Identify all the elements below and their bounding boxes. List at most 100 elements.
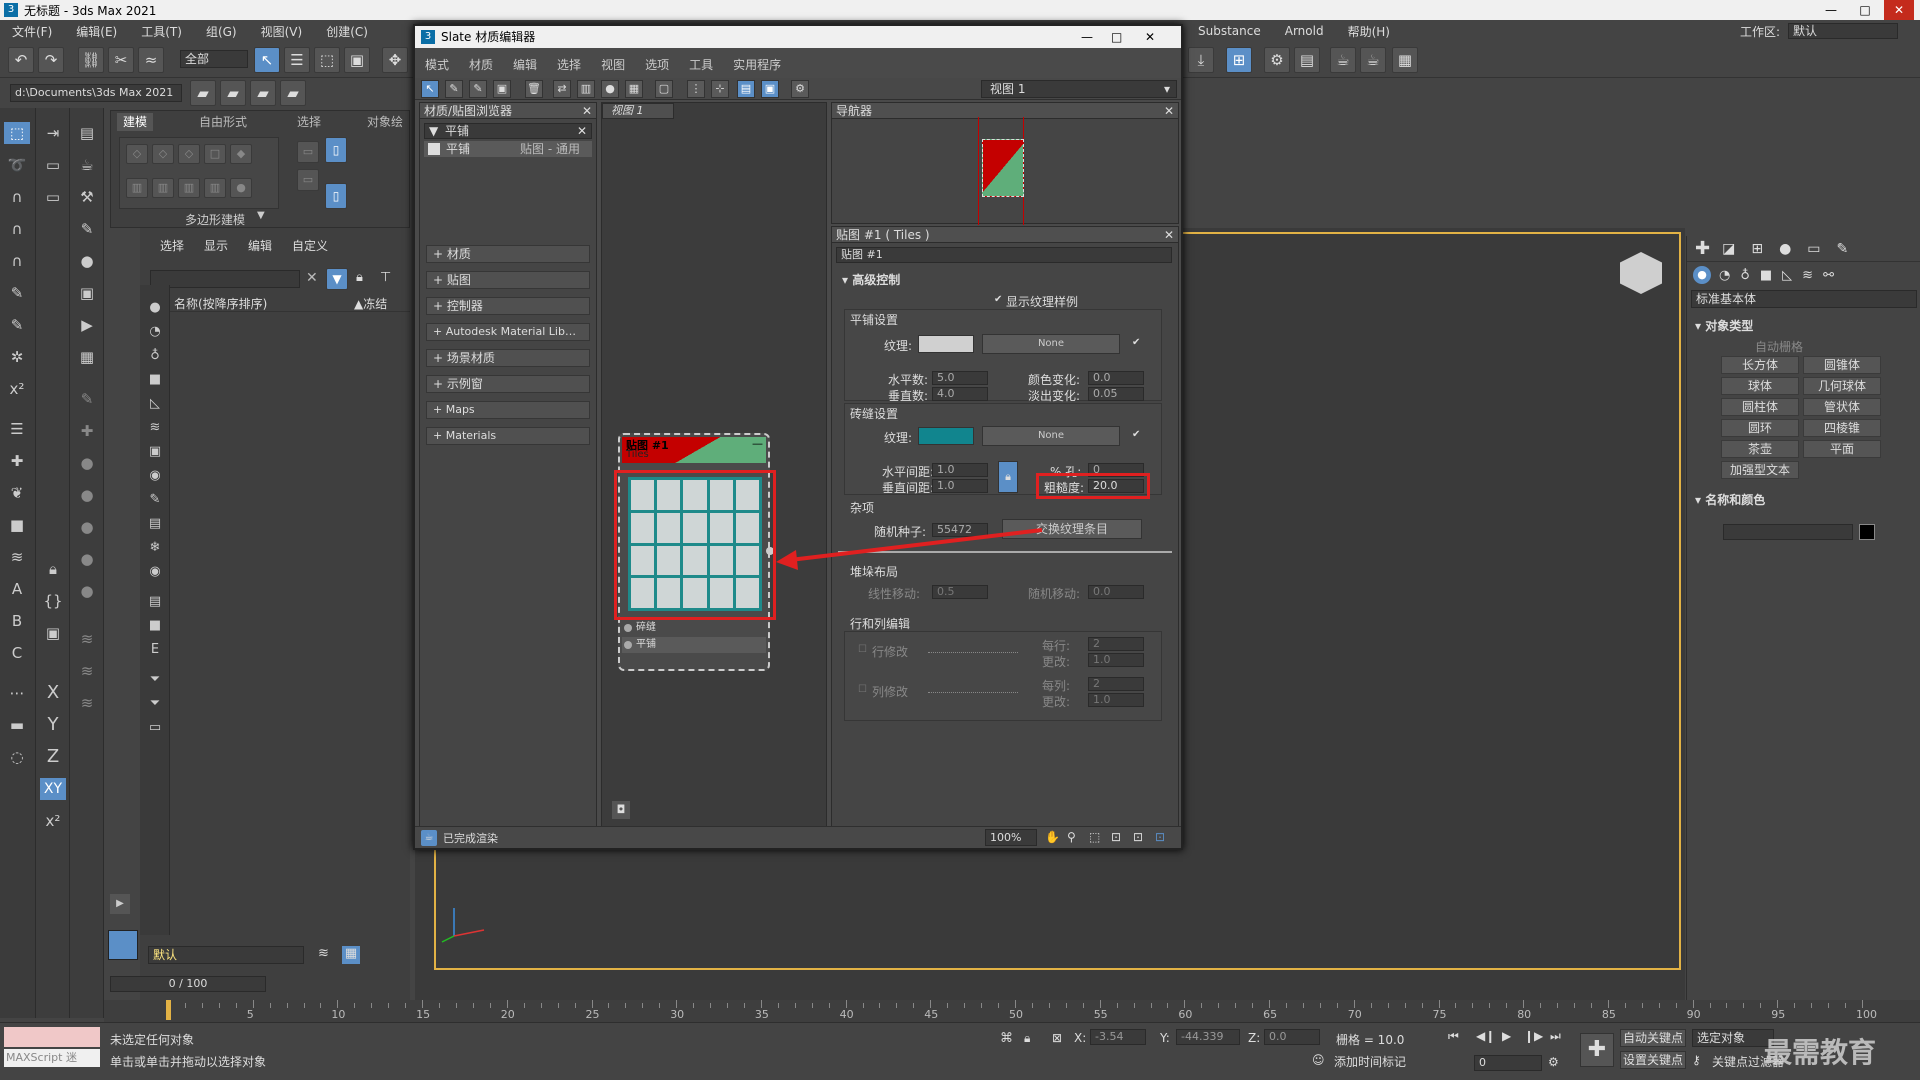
line-shift-spinner[interactable]: 0.5 [932, 585, 988, 599]
slate-options-icon[interactable]: ⚙ [791, 80, 809, 98]
filter-helpers-icon[interactable]: ◺ [142, 393, 168, 415]
browser-search-input[interactable]: ▼ 平铺 ✕ [424, 123, 592, 139]
spacewarps-icon[interactable]: ≋ [1802, 268, 1813, 283]
col-change-spinner[interactable]: 1.0 [1088, 693, 1144, 707]
goto-end-icon[interactable]: ⏭ [1550, 1029, 1561, 1044]
slate-pick-icon[interactable]: ✎ [445, 80, 463, 98]
category-autodesk-library[interactable]: + Autodesk Material Lib… [426, 323, 590, 341]
row-modify-checkbox[interactable]: ☐ [858, 645, 868, 655]
render-grid-icon[interactable]: ▦ [1392, 47, 1418, 73]
slate-menu-options[interactable]: 选项 [635, 56, 679, 73]
slate-put-icon[interactable]: ✎ [469, 80, 487, 98]
toolbar-align-icon[interactable]: ⤓ [1188, 47, 1214, 73]
gap-lock-icon[interactable]: 🔒︎ [998, 461, 1018, 493]
v-gap-spinner[interactable]: 1.0 [932, 479, 988, 493]
lock-icon[interactable]: 🔒︎ [40, 558, 66, 580]
spinner-snap-icon[interactable]: ✲ [4, 346, 30, 368]
cameras-icon[interactable]: ■ [1760, 268, 1772, 283]
object-color-swatch[interactable] [1859, 524, 1875, 540]
filter-cameras-icon[interactable]: ■ [142, 369, 168, 391]
display-tab-icon[interactable]: ▭ [1807, 241, 1820, 257]
slate-move-children-icon[interactable]: ⇄ [553, 80, 571, 98]
slate-minimize-icon[interactable]: — [1081, 26, 1093, 48]
hierarchy-icon[interactable]: ⊤ [380, 270, 391, 285]
vert-count-spinner[interactable]: 4.0 [932, 387, 988, 401]
x2-icon[interactable]: x² [4, 378, 30, 400]
slate-select-icon[interactable]: ↖ [421, 80, 439, 98]
column-frozen-header[interactable]: ▲冻结 [354, 295, 387, 312]
axis-window2-icon[interactable]: ▭ [40, 186, 66, 208]
category-controllers[interactable]: + 控制器 [426, 297, 590, 315]
slate-assign-icon[interactable]: ▣ [493, 80, 511, 98]
filter-funnel-icon[interactable]: ⏷ [142, 669, 168, 691]
teapot-button[interactable]: 茶壶 [1721, 440, 1799, 458]
schematic-view-icon[interactable]: ⊞ [1226, 47, 1252, 73]
ribbon-tool-9-icon[interactable]: ▥ [204, 178, 226, 198]
filter-square-icon[interactable]: ■ [142, 615, 168, 637]
ribbon-tool-10-icon[interactable]: ● [230, 178, 252, 198]
text-a-icon[interactable]: A [4, 578, 30, 600]
key-mode-dropdown[interactable]: 选定对象 [1692, 1029, 1774, 1047]
ribbon-tool-7-icon[interactable]: ▥ [152, 178, 174, 198]
ribbon-tab-modeling[interactable]: 建模 [117, 113, 154, 131]
ruler-icon[interactable]: ▬ [4, 714, 30, 736]
scene-menu-display[interactable]: 显示 [204, 237, 228, 254]
auto-key-button[interactable]: 自动关键点 [1620, 1029, 1686, 1047]
current-frame-marker[interactable] [166, 1000, 171, 1020]
tile-color-swatch[interactable] [918, 335, 974, 353]
snap-angle-icon[interactable]: ∩ [4, 218, 30, 240]
window-crossing-icon[interactable]: ▣ [344, 47, 370, 73]
pen-icon[interactable]: ✎ [4, 282, 30, 304]
primitive-type-dropdown[interactable]: 标准基本体 [1691, 290, 1917, 308]
rect-selection-icon[interactable]: ⬚ [314, 47, 340, 73]
axis-z-icon[interactable]: Z [40, 746, 66, 768]
sphere-icon[interactable]: ● [74, 250, 100, 272]
close-icon[interactable]: ✕ [1884, 0, 1914, 20]
axis-move-icon[interactable]: ⇥ [40, 122, 66, 144]
grout-color-swatch[interactable] [918, 427, 974, 445]
filter-groups-icon[interactable]: ▣ [142, 441, 168, 463]
snap-icon[interactable]: ∩ [4, 186, 30, 208]
ribbon-tool-5-icon[interactable]: ◆ [230, 144, 252, 164]
maximize-icon[interactable]: □ [1850, 0, 1880, 20]
tile-texture-enable-checkbox[interactable]: ✔ [1132, 338, 1142, 348]
plant-icon[interactable]: ❦ [4, 482, 30, 504]
per-row-spinner[interactable]: 2 [1088, 637, 1144, 651]
filter-list-icon[interactable]: ▤ [142, 591, 168, 613]
autogrid-checkbox[interactable]: 自动栅格 [1755, 338, 1803, 355]
menu-group[interactable]: 组(G) [194, 23, 249, 40]
cylinder-button[interactable]: 圆柱体 [1721, 398, 1799, 416]
next-frame-icon[interactable]: ❙▶ [1524, 1029, 1543, 1043]
unlink-icon[interactable]: ✂ [108, 47, 134, 73]
axis-x-icon[interactable]: X [40, 682, 66, 704]
link-icon[interactable]: ⛓ [78, 47, 104, 73]
fade-variance-spinner[interactable]: 0.05 [1088, 387, 1144, 401]
ribbon-tool-2-icon[interactable]: ◇ [152, 144, 174, 164]
category-materials[interactable]: + 材质 [426, 245, 590, 263]
time-tag-icon[interactable]: ☺ [1312, 1053, 1325, 1067]
slate-maximize-icon[interactable]: □ [1111, 26, 1122, 48]
menu-tools[interactable]: 工具(T) [129, 23, 194, 40]
random-shift-spinner[interactable]: 0.0 [1088, 585, 1144, 599]
zoom-all-icon[interactable]: ⊡ [1155, 830, 1165, 844]
menu-edit[interactable]: 编辑(E) [64, 23, 129, 40]
textplus-button[interactable]: 加强型文本 [1721, 461, 1799, 479]
slate-hide-icon[interactable]: ▥ [577, 80, 595, 98]
filter-icon[interactable]: ▼ [326, 268, 348, 290]
filter-geometry-icon[interactable]: ● [142, 297, 168, 319]
snap-percent-icon[interactable]: ∩ [4, 250, 30, 272]
teapot-icon[interactable]: ☕ [74, 154, 100, 176]
workspace-dropdown[interactable]: 默认 [1788, 23, 1899, 39]
hammer-icon[interactable]: ⚒ [74, 186, 100, 208]
zoom-icon[interactable]: ⚲ [1067, 830, 1076, 844]
motion-tab-icon[interactable]: ● [1779, 241, 1791, 257]
minimize-icon[interactable]: — [1816, 0, 1846, 20]
play-small-icon[interactable]: ▶ [74, 314, 100, 336]
slate-menu-view[interactable]: 视图 [591, 56, 635, 73]
filter-visibility-icon[interactable]: ◉ [142, 561, 168, 583]
ribbon-tool-6-icon[interactable]: ▥ [126, 178, 148, 198]
color-variance-spinner[interactable]: 0.0 [1088, 371, 1144, 385]
add-icon[interactable]: ✚ [4, 450, 30, 472]
render-production-icon[interactable]: ☕ [1360, 47, 1386, 73]
layer-icon[interactable]: ☰ [4, 418, 30, 440]
